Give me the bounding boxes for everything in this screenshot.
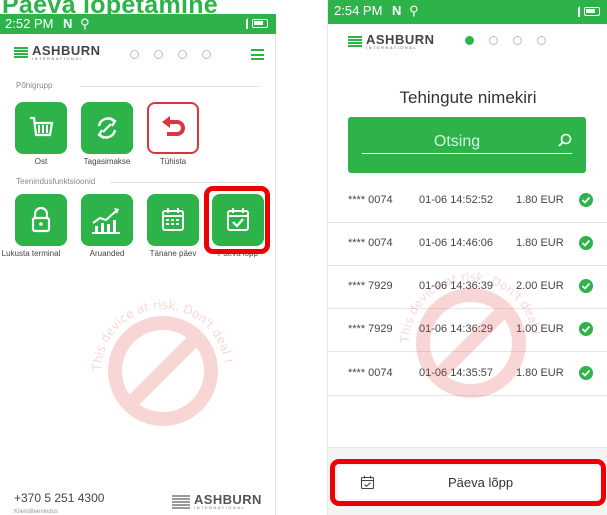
transaction-row[interactable]: **** 7929 01-06 14:36:39 2.00 EUR bbox=[328, 265, 607, 309]
tx-datetime: 01-06 14:52:52 bbox=[419, 194, 494, 206]
app-header: ASHBURN INTERNATIONAL bbox=[328, 26, 607, 62]
section-label-main: Põhigrupp bbox=[16, 81, 53, 90]
cart-icon bbox=[30, 116, 54, 137]
check-icon bbox=[579, 366, 593, 380]
brand-logo: ASHBURN INTERNATIONAL bbox=[14, 44, 101, 61]
brand-logo: ASHBURN INTERNATIONAL bbox=[348, 33, 435, 50]
notification-icon: N bbox=[392, 3, 402, 18]
tx-card: **** 0074 bbox=[348, 367, 393, 379]
tile-tuhista[interactable] bbox=[147, 102, 199, 154]
tile-label: Ost bbox=[34, 157, 48, 166]
right-phone-screen: 2:54 PM N ⚲ ASHBURN INTERNATIONAL Tehing… bbox=[327, 0, 607, 515]
page-title: Tehingute nimekiri bbox=[399, 88, 537, 107]
page-dot-active[interactable] bbox=[465, 36, 474, 45]
tx-amount: 1.80 EUR bbox=[516, 237, 564, 249]
bottom-action-bar: Päeva lõpp bbox=[328, 447, 607, 515]
transaction-row[interactable]: **** 0074 01-06 14:35:57 1.80 EUR bbox=[328, 352, 607, 396]
status-bar: 2:52 PM N ⚲ bbox=[0, 14, 276, 34]
tx-amount: 1.80 EUR bbox=[516, 194, 564, 206]
tile-aruanded[interactable] bbox=[81, 194, 133, 246]
support-phone[interactable]: +370 5 251 4300 bbox=[14, 491, 104, 505]
section-divider bbox=[80, 86, 259, 87]
warning-watermark-icon: This device at risk. Don't deal ! bbox=[90, 298, 236, 426]
logo-mark-icon bbox=[14, 46, 28, 59]
svg-text:This device at risk. Don't dea: This device at risk. Don't deal ! bbox=[90, 298, 236, 372]
page-dot[interactable] bbox=[178, 50, 187, 59]
search-placeholder: Otsing bbox=[433, 133, 481, 150]
tx-datetime: 01-06 14:36:29 bbox=[419, 323, 494, 335]
undo-icon bbox=[162, 116, 185, 136]
status-time: 2:54 PM bbox=[334, 3, 383, 18]
check-icon bbox=[579, 193, 593, 207]
signal-icon bbox=[238, 18, 248, 29]
app-header: ASHBURN INTERNATIONAL bbox=[0, 36, 276, 72]
tile-lukusta-terminal[interactable] bbox=[15, 194, 67, 246]
page-indicator[interactable] bbox=[465, 36, 546, 45]
check-icon bbox=[579, 279, 593, 293]
tx-datetime: 01-06 14:46:06 bbox=[419, 237, 494, 249]
tile-label: Tagasimakse bbox=[83, 157, 131, 166]
tx-amount: 1.00 EUR bbox=[516, 323, 564, 335]
refresh-icon bbox=[97, 117, 117, 139]
calendar-grid-icon bbox=[162, 208, 184, 231]
tx-card: **** 7929 bbox=[348, 280, 393, 292]
usb-icon: ⚲ bbox=[80, 16, 90, 31]
lock-icon bbox=[31, 206, 51, 233]
page-dot[interactable] bbox=[154, 50, 163, 59]
search-panel: Otsing bbox=[348, 117, 586, 173]
transaction-row[interactable]: **** 0074 01-06 14:46:06 1.80 EUR bbox=[328, 222, 607, 266]
section-divider bbox=[110, 182, 259, 183]
tx-amount: 2.00 EUR bbox=[516, 280, 564, 292]
transaction-row[interactable]: **** 7929 01-06 14:36:29 1.00 EUR bbox=[328, 308, 607, 352]
chart-icon bbox=[92, 208, 120, 234]
usb-icon: ⚲ bbox=[409, 3, 419, 18]
page-indicator[interactable] bbox=[130, 50, 211, 59]
tx-datetime: 01-06 14:36:39 bbox=[419, 280, 494, 292]
watermark-text: This device at risk. Don't deal ! bbox=[90, 298, 236, 372]
status-bar: 2:54 PM N ⚲ bbox=[328, 0, 607, 24]
check-icon bbox=[579, 236, 593, 250]
hamburger-menu-icon[interactable] bbox=[251, 49, 264, 60]
tx-card: **** 7929 bbox=[348, 323, 393, 335]
page-dot[interactable] bbox=[489, 36, 498, 45]
footer-brand-logo: ASHBURN INTERNATIONAL bbox=[172, 493, 262, 510]
highlight-frame bbox=[204, 186, 270, 254]
highlight-frame bbox=[330, 459, 606, 506]
brand-sub: INTERNATIONAL bbox=[366, 45, 418, 50]
tile-tagasimakse[interactable] bbox=[81, 102, 133, 154]
logo-mark-icon bbox=[348, 35, 362, 48]
tx-card: **** 0074 bbox=[348, 194, 393, 206]
status-time: 2:52 PM bbox=[5, 16, 54, 31]
tx-datetime: 01-06 14:35:57 bbox=[419, 367, 494, 379]
tile-label: Tänane päev bbox=[149, 249, 197, 258]
tile-label: Aruanded bbox=[89, 249, 125, 258]
signal-icon bbox=[570, 6, 580, 17]
page-dot[interactable] bbox=[130, 50, 139, 59]
logo-mark-icon bbox=[172, 494, 190, 509]
notification-icon: N bbox=[63, 16, 73, 31]
screenshot-root: Päeva lõpetamine 2:52 PM N ⚲ ASHBURN INT… bbox=[0, 0, 607, 515]
page-dot[interactable] bbox=[202, 50, 211, 59]
transaction-row[interactable]: **** 0074 01-06 14:52:52 1.80 EUR bbox=[328, 179, 607, 223]
support-label: Klienditeenindus bbox=[14, 509, 59, 515]
battery-icon bbox=[584, 7, 600, 16]
page-dot[interactable] bbox=[513, 36, 522, 45]
brand-sub: INTERNATIONAL bbox=[194, 505, 246, 510]
check-icon bbox=[579, 322, 593, 336]
tile-label: Lukusta terminal bbox=[1, 249, 61, 258]
battery-icon bbox=[252, 19, 268, 28]
tx-card: **** 0074 bbox=[348, 237, 393, 249]
search-icon[interactable] bbox=[558, 133, 572, 147]
search-input[interactable]: Otsing bbox=[362, 130, 572, 154]
tile-label: Tühista bbox=[159, 157, 187, 166]
page-dot[interactable] bbox=[537, 36, 546, 45]
section-label-service: Teenindusfunktsioonid bbox=[16, 177, 96, 186]
tile-ost[interactable] bbox=[15, 102, 67, 154]
brand-sub: INTERNATIONAL bbox=[32, 56, 84, 61]
tx-amount: 1.80 EUR bbox=[516, 367, 564, 379]
left-phone-screen: 2:52 PM N ⚲ ASHBURN INTERNATIONAL Põhigr… bbox=[0, 14, 276, 515]
tile-tanane-paev[interactable] bbox=[147, 194, 199, 246]
